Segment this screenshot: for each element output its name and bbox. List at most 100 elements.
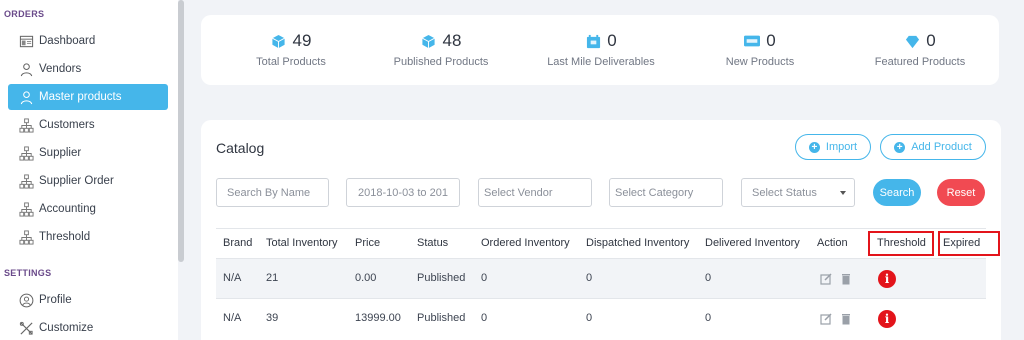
stat-label: Published Products	[393, 56, 489, 68]
expired-highlight-box	[938, 231, 1000, 256]
dashboard-icon	[18, 33, 34, 49]
import-label: Import	[825, 141, 858, 153]
cell-total-inventory: 21	[266, 272, 279, 284]
cell-price: 0.00	[355, 272, 377, 284]
cell-dispatched: 0	[586, 272, 593, 284]
cube-icon	[271, 33, 287, 49]
hierarchy-icon	[18, 229, 34, 245]
cell-status: Published	[417, 312, 466, 324]
user-icon	[18, 89, 34, 105]
catalog-card: Catalog + Import + Add Product Search By…	[201, 120, 1001, 340]
hierarchy-icon	[18, 145, 34, 161]
column-header-delivered-inventory: Delivered Inventory	[705, 237, 800, 249]
status-select[interactable]: Select Status	[741, 178, 855, 207]
stat-value: 48	[442, 31, 462, 50]
sidebar-item-accounting[interactable]: Accounting	[8, 196, 168, 222]
sidebar-item-label: Customize	[39, 322, 94, 334]
cell-dispatched: 0	[586, 312, 593, 324]
sidebar-item-supplier-order[interactable]: Supplier Order	[8, 168, 168, 194]
stat-new-products: 0 New Products	[685, 29, 835, 68]
hierarchy-icon	[18, 173, 34, 189]
cell-brand: N/A	[223, 272, 242, 284]
add-product-label: Add Product	[911, 141, 972, 153]
profile-icon	[18, 292, 34, 308]
edit-icon[interactable]	[820, 273, 832, 285]
tools-icon	[18, 320, 34, 336]
plus-circle-icon: +	[808, 141, 820, 153]
stat-label: Last Mile Deliverables	[547, 56, 655, 68]
cell-delivered: 0	[705, 312, 712, 324]
stat-value: 49	[292, 31, 312, 50]
sidebar-item-supplier[interactable]: Supplier	[8, 140, 168, 166]
trash-icon[interactable]	[840, 273, 852, 285]
calendar-icon	[585, 33, 601, 49]
threshold-highlight-box	[868, 231, 934, 256]
hierarchy-icon	[18, 117, 34, 133]
stat-value: 0	[766, 31, 776, 50]
sidebar-scrollbar[interactable]	[178, 0, 184, 262]
date-range-input[interactable]: 2018-10-03 to 201	[346, 178, 460, 207]
sidebar-item-label: Dashboard	[39, 35, 96, 47]
sidebar: ORDERS Dashboard Vendors Master products…	[0, 0, 178, 340]
sidebar-item-threshold[interactable]: Threshold	[8, 224, 168, 250]
sidebar-item-label: Supplier	[39, 147, 82, 159]
sidebar-item-profile[interactable]: Profile	[8, 287, 168, 313]
hierarchy-icon	[18, 201, 34, 217]
cell-price: 13999.00	[355, 312, 401, 324]
reset-button[interactable]: Reset	[937, 179, 985, 206]
import-button[interactable]: + Import	[795, 134, 871, 160]
category-select[interactable]: Select Category	[609, 178, 723, 207]
table-row: N/A 21 0.00 Published 0 0 0 i	[216, 258, 986, 298]
stat-label: New Products	[725, 56, 795, 68]
stat-value: 0	[607, 31, 617, 50]
sidebar-item-label: Threshold	[39, 231, 91, 243]
settings-section-title: SETTINGS	[4, 268, 52, 278]
column-header-brand: Brand	[223, 237, 253, 249]
sidebar-item-label: Supplier Order	[39, 175, 114, 187]
sidebar-item-master-products[interactable]: Master products	[8, 84, 168, 110]
column-header-dispatched-inventory: Dispatched Inventory	[586, 237, 690, 249]
orders-section-title: ORDERS	[4, 9, 45, 19]
cell-ordered: 0	[481, 272, 488, 284]
column-header-price: Price	[355, 237, 381, 249]
info-alert-icon[interactable]: i	[878, 270, 896, 288]
sidebar-item-vendors[interactable]: Vendors	[8, 56, 168, 82]
stat-label: Featured Products	[874, 56, 966, 68]
sidebar-item-label: Vendors	[39, 63, 82, 75]
plus-circle-icon: +	[894, 141, 906, 153]
stat-last-mile: 0 Last Mile Deliverables	[526, 29, 676, 68]
column-header-ordered-inventory: Ordered Inventory	[481, 237, 570, 249]
sidebar-item-customers[interactable]: Customers	[8, 112, 168, 138]
cell-brand: N/A	[223, 312, 242, 324]
column-header-action: Action	[817, 237, 848, 249]
new-badge-icon	[744, 33, 761, 49]
info-alert-icon[interactable]: i	[878, 310, 896, 328]
user-icon	[18, 61, 34, 77]
search-button[interactable]: Search	[873, 179, 921, 206]
sidebar-item-label: Master products	[39, 91, 122, 103]
sidebar-item-customize[interactable]: Customize	[8, 315, 168, 340]
search-name-input[interactable]: Search By Name	[216, 178, 329, 207]
stat-featured-products: 0 Featured Products	[845, 29, 995, 68]
add-product-button[interactable]: + Add Product	[880, 134, 986, 160]
cell-delivered: 0	[705, 272, 712, 284]
vendor-select[interactable]: Select Vendor	[478, 178, 592, 207]
stat-value: 0	[926, 31, 936, 50]
caret-down-icon	[840, 191, 846, 195]
edit-icon[interactable]	[820, 313, 832, 325]
sidebar-item-dashboard[interactable]: Dashboard	[8, 28, 168, 54]
cell-ordered: 0	[481, 312, 488, 324]
sidebar-item-label: Accounting	[39, 203, 96, 215]
sidebar-item-label: Customers	[39, 119, 95, 131]
cell-status: Published	[417, 272, 466, 284]
stat-total-products: 49 Total Products	[216, 29, 366, 68]
column-header-status: Status	[417, 237, 449, 249]
stats-card: 49 Total Products 48 Published Products …	[201, 15, 999, 85]
diamond-icon	[904, 33, 920, 49]
trash-icon[interactable]	[840, 313, 852, 325]
cell-total-inventory: 39	[266, 312, 279, 324]
sidebar-item-label: Profile	[39, 294, 72, 306]
status-select-label: Select Status	[752, 186, 817, 199]
stat-label: Total Products	[256, 56, 326, 68]
catalog-title: Catalog	[216, 140, 265, 156]
